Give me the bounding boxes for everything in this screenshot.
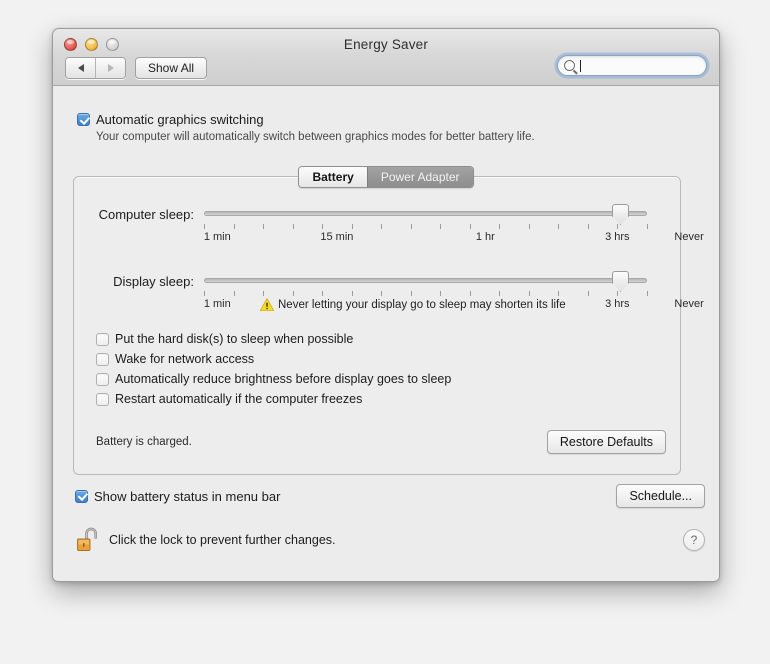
option-hard-disk-sleep-row[interactable]: Put the hard disk(s) to sleep when possi…: [96, 332, 451, 347]
option-restart-on-freeze-checkbox[interactable]: [96, 393, 109, 406]
display-sleep-warning-text: Never letting your display go to sleep m…: [278, 298, 566, 311]
display-sleep-tick-3hrs: 3 hrs: [605, 298, 630, 310]
display-sleep-ticks: [204, 291, 648, 296]
schedule-button[interactable]: Schedule...: [616, 484, 705, 508]
window-title: Energy Saver: [343, 37, 429, 52]
automatic-graphics-switching-group: Automatic graphics switching Your comput…: [77, 112, 535, 143]
option-reduce-brightness-row[interactable]: Automatically reduce brightness before d…: [96, 372, 451, 387]
option-reduce-brightness-checkbox[interactable]: [96, 373, 109, 386]
window-titlebar: Energy Saver Show All: [53, 29, 719, 86]
forward-arrow-icon: [107, 64, 114, 72]
computer-sleep-tick-15min: 15 min: [320, 231, 354, 243]
display-sleep-thumb[interactable]: [612, 271, 629, 292]
display-sleep-label: Display sleep:: [113, 274, 194, 289]
option-restart-on-freeze-label: Restart automatically if the computer fr…: [115, 392, 363, 406]
restore-defaults-button[interactable]: Restore Defaults: [546, 430, 666, 454]
lock-instruction-text: Click the lock to prevent further change…: [109, 533, 336, 547]
tab-group[interactable]: Battery Power Adapter: [298, 166, 474, 188]
computer-sleep-thumb[interactable]: [612, 204, 629, 225]
settings-group-box: Computer sleep: 1 min 15 min 1 hr 3 hrs …: [73, 176, 704, 475]
back-arrow-icon: [77, 64, 84, 72]
power-source-tabs: Battery Power Adapter: [53, 166, 719, 188]
forward-button: [95, 58, 125, 78]
text-cursor: [580, 59, 581, 72]
automatic-graphics-switching-row[interactable]: Automatic graphics switching: [77, 112, 535, 127]
help-button[interactable]: ?: [683, 529, 705, 551]
display-sleep-warning: Never letting your display go to sleep m…: [260, 298, 566, 311]
option-hard-disk-sleep-checkbox[interactable]: [96, 333, 109, 346]
computer-sleep-tick-never: Never: [674, 231, 704, 243]
power-options-list: Put the hard disk(s) to sleep when possi…: [96, 332, 451, 412]
tab-power-adapter[interactable]: Power Adapter: [366, 167, 473, 187]
display-sleep-track[interactable]: [204, 278, 647, 283]
option-hard-disk-sleep-label: Put the hard disk(s) to sleep when possi…: [115, 332, 354, 346]
computer-sleep-track[interactable]: [204, 211, 647, 216]
automatic-graphics-switching-description: Your computer will automatically switch …: [96, 131, 535, 143]
unlocked-padlock-icon[interactable]: [73, 524, 103, 556]
menu-bar-row: Show battery status in menu bar Schedule…: [75, 484, 705, 508]
back-forward-segmented-control[interactable]: [65, 57, 126, 79]
show-battery-status-checkbox[interactable]: [75, 489, 88, 503]
lock-row: Click the lock to prevent further change…: [73, 524, 705, 556]
computer-sleep-label: Computer sleep:: [98, 207, 194, 222]
automatic-graphics-switching-checkbox[interactable]: [77, 113, 90, 126]
search-field[interactable]: [557, 55, 707, 76]
preference-pane-content: Automatic graphics switching Your comput…: [53, 86, 719, 581]
lock-control[interactable]: Click the lock to prevent further change…: [73, 524, 336, 556]
computer-sleep-tick-3hrs: 3 hrs: [605, 231, 630, 243]
display-sleep-tick-1min: 1 min: [203, 298, 231, 310]
option-wake-network-label: Wake for network access: [115, 352, 255, 366]
option-wake-network-row[interactable]: Wake for network access: [96, 352, 451, 367]
show-battery-status-label: Show battery status in menu bar: [94, 488, 281, 504]
display-sleep-tick-never: Never: [674, 298, 704, 310]
computer-sleep-ticks: [204, 224, 648, 229]
computer-sleep-tick-1hr: 1 hr: [475, 231, 495, 243]
automatic-graphics-switching-label: Automatic graphics switching: [96, 112, 264, 127]
option-restart-on-freeze-row[interactable]: Restart automatically if the computer fr…: [96, 392, 451, 407]
energy-saver-window: Energy Saver Show All Automatic graphics…: [52, 28, 720, 582]
show-all-button[interactable]: Show All: [135, 57, 208, 79]
warning-triangle-icon: [260, 298, 274, 311]
search-icon: [564, 60, 575, 71]
option-reduce-brightness-label: Automatically reduce brightness before d…: [115, 372, 452, 386]
battery-status-text: Battery is charged.: [96, 436, 192, 448]
computer-sleep-tick-1min: 1 min: [203, 231, 231, 243]
option-wake-network-checkbox[interactable]: [96, 353, 109, 366]
navigation-toolbar: Show All: [65, 57, 208, 79]
search-field-container[interactable]: [557, 55, 707, 76]
tab-battery[interactable]: Battery: [299, 167, 367, 187]
back-button[interactable]: [66, 58, 95, 78]
show-battery-status-row[interactable]: Show battery status in menu bar: [75, 489, 280, 504]
status-row: Battery is charged. Restore Defaults: [96, 430, 666, 454]
